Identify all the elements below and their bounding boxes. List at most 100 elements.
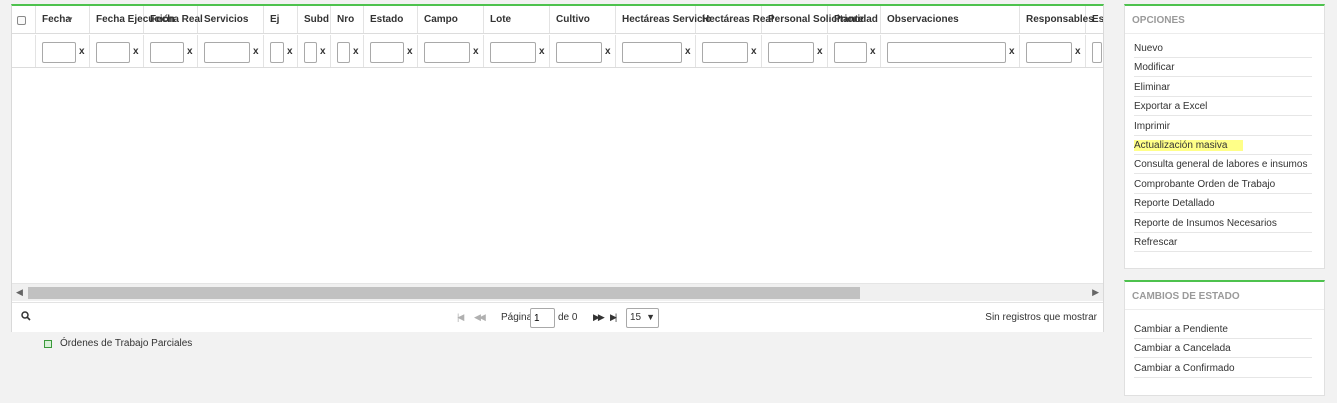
expand-square-icon xyxy=(44,340,52,348)
select-all-header[interactable] xyxy=(12,6,36,33)
next-page-icon[interactable]: ▶▶ xyxy=(593,312,605,323)
filter-cell: x xyxy=(144,35,198,67)
clear-filter-icon[interactable]: x xyxy=(287,46,293,57)
menu-item-label: Actualización masiva xyxy=(1134,140,1244,151)
scroll-right-icon[interactable]: ▶ xyxy=(1092,287,1099,298)
divider xyxy=(1125,33,1324,34)
menu-item[interactable]: Imprimir xyxy=(1134,117,1312,136)
prev-page-icon[interactable]: ◀◀ xyxy=(474,312,486,323)
page-size-value: 15 xyxy=(630,312,642,323)
column-filter-input[interactable] xyxy=(702,42,748,63)
scroll-thumb[interactable] xyxy=(28,287,860,299)
menu-item[interactable]: Cambiar a Confirmado xyxy=(1134,359,1312,378)
menu-item-label: Cambiar a Cancelada xyxy=(1134,343,1231,355)
column-header[interactable]: Estado xyxy=(1086,6,1103,33)
column-header[interactable]: Responsables xyxy=(1020,6,1094,33)
column-header[interactable]: Observaciones xyxy=(881,6,1020,33)
column-filter-input[interactable] xyxy=(270,42,284,63)
column-filter-input[interactable] xyxy=(42,42,76,63)
page-size-select[interactable]: 15 ▼ xyxy=(626,308,659,328)
column-filter-input[interactable] xyxy=(150,42,184,63)
options-panel: OPCIONES Nuevo Modificar Eliminar Exportar … xyxy=(1124,4,1325,269)
clear-filter-icon[interactable]: x xyxy=(187,46,193,57)
column-header[interactable]: Nro xyxy=(331,6,364,33)
column-filter-input[interactable] xyxy=(304,42,317,63)
column-filter-input[interactable] xyxy=(96,42,130,63)
clear-filter-icon[interactable]: x xyxy=(817,46,823,57)
column-filter-input[interactable] xyxy=(887,42,1006,63)
column-filter-input[interactable] xyxy=(768,42,814,63)
column-filter-input[interactable] xyxy=(337,42,350,63)
column-filter-input[interactable] xyxy=(424,42,470,63)
column-header[interactable]: Hectáreas Real xyxy=(696,6,774,33)
column-header[interactable]: Hectáreas Servicio xyxy=(616,6,712,33)
menu-item[interactable]: Cambiar a Pendiente xyxy=(1134,320,1312,339)
filter-cell: x xyxy=(881,35,1020,67)
select-all-checkbox[interactable] xyxy=(17,16,26,25)
column-filter-input[interactable] xyxy=(204,42,250,63)
column-header[interactable]: Lote xyxy=(484,6,550,33)
filter-cell: x xyxy=(264,35,298,67)
column-header[interactable]: Cultivo xyxy=(550,6,616,33)
column-header-label: Nro xyxy=(337,14,355,25)
menu-item-label: Exportar a Excel xyxy=(1134,101,1208,113)
menu-item[interactable]: Reporte Detallado xyxy=(1134,194,1312,214)
menu-item[interactable]: Consulta general de labores e insumos xyxy=(1134,155,1312,175)
clear-filter-icon[interactable]: x xyxy=(870,46,876,57)
menu-item[interactable]: Nuevo xyxy=(1134,39,1312,58)
column-filter-input[interactable] xyxy=(490,42,536,63)
menu-item[interactable]: Modificar xyxy=(1134,58,1312,78)
clear-filter-icon[interactable]: x xyxy=(253,46,259,57)
clear-filter-icon[interactable]: x xyxy=(353,46,359,57)
column-header[interactable]: Prioridad xyxy=(828,6,881,33)
column-header[interactable]: Estado xyxy=(364,6,418,33)
column-header[interactable]: Servicios xyxy=(198,6,264,33)
menu-item-label: Nuevo xyxy=(1134,43,1163,54)
clear-filter-icon[interactable]: x xyxy=(605,46,611,57)
menu-item[interactable]: Comprobante Orden de Trabajo xyxy=(1134,175,1312,194)
clear-filter-icon[interactable]: x xyxy=(1075,46,1081,57)
menu-item[interactable]: Reporte de Insumos Necesarios xyxy=(1134,214,1312,233)
menu-item[interactable]: Eliminar xyxy=(1134,78,1312,97)
column-filter-input[interactable] xyxy=(834,42,867,63)
clear-filter-icon[interactable]: x xyxy=(539,46,545,57)
column-header[interactable]: Fecha Real xyxy=(144,6,203,33)
clear-filter-icon[interactable]: x xyxy=(685,46,691,57)
sort-desc-icon[interactable]: ▼ xyxy=(66,15,74,24)
column-header[interactable]: Fecha Ejecución xyxy=(90,6,175,33)
menu-item[interactable]: Cambiar a Cancelada xyxy=(1134,339,1312,359)
clear-filter-icon[interactable]: x xyxy=(751,46,757,57)
column-filter-input[interactable] xyxy=(556,42,602,63)
column-filter-input[interactable] xyxy=(1092,42,1102,63)
column-filter-input[interactable] xyxy=(370,42,404,63)
clear-filter-icon[interactable]: x xyxy=(133,46,139,57)
scroll-left-icon[interactable]: ◀ xyxy=(16,287,23,298)
column-filter-input[interactable] xyxy=(622,42,682,63)
first-page-icon[interactable]: |◀ xyxy=(457,312,464,323)
clear-filter-icon[interactable]: x xyxy=(473,46,479,57)
menu-item[interactable]: Exportar a Excel xyxy=(1134,97,1312,117)
menu-item[interactable]: Actualización masiva xyxy=(1134,136,1312,155)
column-header-label: Ej xyxy=(270,14,280,25)
page-number-input[interactable] xyxy=(530,308,555,328)
column-header[interactable]: Personal Solicitante xyxy=(762,6,864,33)
search-icon[interactable] xyxy=(21,311,31,324)
column-header[interactable]: Campo xyxy=(418,6,484,33)
column-header-label: Campo xyxy=(424,14,458,25)
clear-filter-icon[interactable]: x xyxy=(320,46,326,57)
column-filter-input[interactable] xyxy=(1026,42,1072,63)
options-panel-title: OPCIONES xyxy=(1132,15,1185,26)
clear-filter-icon[interactable]: x xyxy=(407,46,413,57)
column-header[interactable]: Subd xyxy=(298,6,331,33)
records-status: Sin registros que mostrar xyxy=(985,312,1097,323)
column-header[interactable]: Fecha ▼ xyxy=(36,6,90,33)
menu-item[interactable]: Refrescar xyxy=(1134,233,1312,252)
horizontal-scrollbar[interactable]: ◀ ▶ xyxy=(12,283,1103,301)
column-header-label: Estado xyxy=(370,14,404,25)
last-page-icon[interactable]: ▶| xyxy=(610,312,617,323)
filter-cell: x xyxy=(198,35,264,67)
menu-item-label: Cambiar a Confirmado xyxy=(1134,362,1235,374)
clear-filter-icon[interactable]: x xyxy=(79,46,85,57)
column-header[interactable]: Ej xyxy=(264,6,298,33)
clear-filter-icon[interactable]: x xyxy=(1009,46,1015,57)
